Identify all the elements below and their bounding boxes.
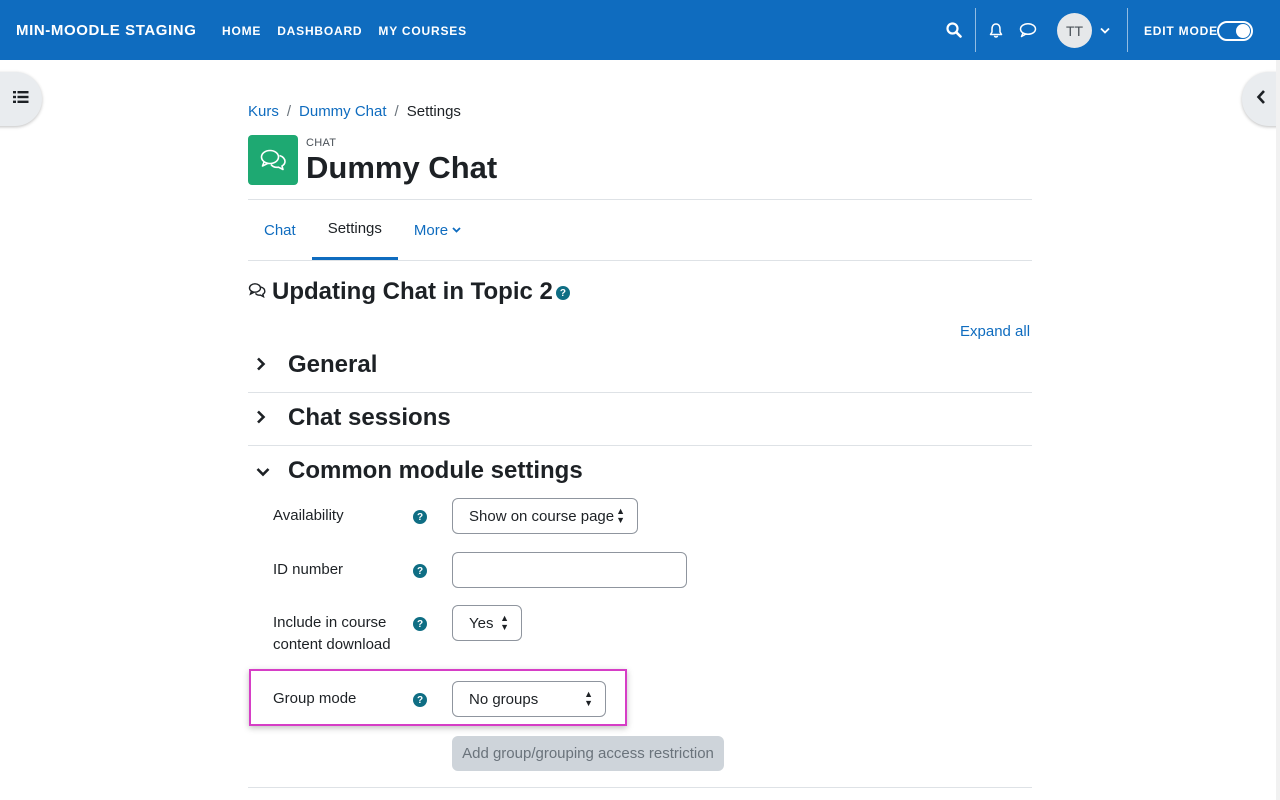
select-value: Show on course page xyxy=(469,507,615,525)
page-title: Dummy Chat xyxy=(306,150,498,185)
section-chat-sessions[interactable]: Chat sessions xyxy=(256,404,451,432)
breadcrumb: Kurs / Dummy Chat / Settings xyxy=(248,103,461,120)
chevron-down-icon xyxy=(452,225,461,236)
id-number-input[interactable] xyxy=(452,552,687,588)
chevron-right-icon xyxy=(256,408,276,429)
tab-label: More xyxy=(413,221,449,239)
breadcrumb-current: Settings xyxy=(406,103,461,120)
select-value: Yes xyxy=(469,614,494,632)
block-drawer-toggle[interactable] xyxy=(1242,72,1280,126)
tab-chat[interactable]: Chat xyxy=(248,200,312,260)
download-select[interactable]: Yes ▲ ▼ xyxy=(452,605,522,641)
select-value: No groups xyxy=(469,690,539,708)
breadcrumb-link-activity[interactable]: Dummy Chat xyxy=(299,103,387,120)
group-mode-label: Group mode xyxy=(273,690,357,707)
nav-link-home[interactable]: HOME xyxy=(222,24,261,38)
chat-bubble-icon[interactable] xyxy=(1018,20,1038,40)
nav-link-my-courses[interactable]: MY COURSES xyxy=(378,24,466,38)
select-arrows-icon: ▲ ▼ xyxy=(500,613,509,632)
help-icon[interactable]: ? xyxy=(413,693,427,707)
scrollbar[interactable] xyxy=(1276,60,1280,800)
site-brand[interactable]: MIN-MOODLE STAGING xyxy=(16,22,197,39)
user-avatar[interactable]: TT xyxy=(1057,13,1092,48)
help-icon[interactable]: ? xyxy=(413,510,427,524)
section-label: Chat sessions xyxy=(288,404,451,431)
toggle-knob xyxy=(1236,24,1250,38)
chevron-left-icon xyxy=(1256,89,1266,110)
chat-activity-icon xyxy=(248,135,298,185)
tab-label: Chat xyxy=(264,221,296,239)
add-group-restriction-button[interactable]: Add group/grouping access restriction xyxy=(452,736,724,771)
chevron-down-icon xyxy=(256,461,276,482)
search-icon[interactable] xyxy=(944,20,964,40)
list-icon xyxy=(13,90,29,109)
bell-icon[interactable] xyxy=(986,20,1006,40)
help-icon[interactable]: ? xyxy=(413,617,427,631)
help-icon[interactable]: ? xyxy=(413,564,427,578)
select-arrows-icon: ▲ ▼ xyxy=(616,506,625,525)
divider xyxy=(248,787,1032,788)
section-label: Common module settings xyxy=(288,457,583,484)
download-label: Include in course content download xyxy=(273,612,391,656)
select-arrows-icon: ▲ ▼ xyxy=(584,689,593,708)
form-heading: Updating Chat in Topic 2 ? xyxy=(248,278,570,306)
availability-select[interactable]: Show on course page ▲ ▼ xyxy=(452,498,638,534)
download-label-line: content download xyxy=(273,636,391,653)
breadcrumb-separator: / xyxy=(394,103,399,120)
nav-divider xyxy=(975,8,976,52)
group-mode-select[interactable]: No groups ▲ ▼ xyxy=(452,681,606,717)
section-label: General xyxy=(288,351,378,378)
primary-navigation: HOME DASHBOARD MY COURSES xyxy=(222,24,467,38)
help-icon[interactable]: ? xyxy=(555,286,570,300)
activity-type-label: CHAT xyxy=(306,137,337,149)
tab-settings[interactable]: Settings xyxy=(311,200,398,260)
expand-all-link[interactable]: Expand all xyxy=(960,323,1030,340)
tab-more[interactable]: More xyxy=(398,200,477,260)
top-navbar: MIN-MOODLE STAGING HOME DASHBOARD MY COU… xyxy=(0,0,1280,60)
chat-icon xyxy=(248,282,266,303)
availability-label: Availability xyxy=(273,507,344,524)
divider xyxy=(248,260,1032,261)
section-common-module-settings[interactable]: Common module settings xyxy=(256,457,583,485)
breadcrumb-separator: / xyxy=(286,103,292,120)
section-general[interactable]: General xyxy=(256,351,377,379)
download-label-line: Include in course xyxy=(273,614,387,631)
secondary-navigation: Chat Settings More xyxy=(248,200,477,260)
nav-divider xyxy=(1127,8,1128,52)
divider xyxy=(248,445,1032,446)
id-number-label: ID number xyxy=(273,561,344,578)
course-index-toggle[interactable] xyxy=(0,72,42,126)
edit-mode-toggle[interactable] xyxy=(1217,21,1253,41)
tab-label: Settings xyxy=(327,220,382,237)
nav-link-dashboard[interactable]: DASHBOARD xyxy=(277,24,362,38)
chevron-down-icon[interactable] xyxy=(1095,20,1115,40)
edit-mode-label: EDIT MODE xyxy=(1144,24,1218,38)
chevron-right-icon xyxy=(256,355,276,376)
breadcrumb-link-course[interactable]: Kurs xyxy=(248,103,279,120)
divider xyxy=(248,392,1032,393)
form-title: Updating Chat in Topic 2 xyxy=(272,278,553,305)
